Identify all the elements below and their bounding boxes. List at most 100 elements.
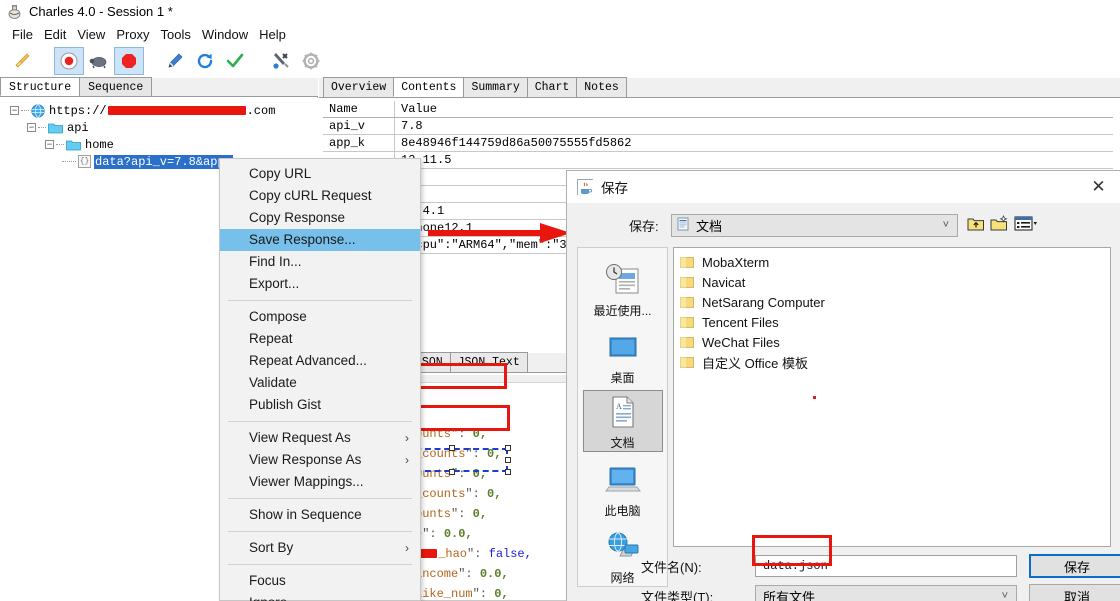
menu-item-copy-curl-request[interactable]: Copy cURL Request	[220, 185, 420, 207]
list-item[interactable]: Navicat	[674, 272, 1110, 292]
menu-view[interactable]: View	[72, 26, 111, 43]
filetype-select[interactable]: 所有文件 ˅	[755, 585, 1017, 601]
tree-connector	[21, 110, 29, 111]
redaction-bar	[107, 106, 246, 115]
table-row[interactable]: 12.11.5	[323, 152, 1113, 169]
folder-select[interactable]: 文档 ˅	[671, 213, 958, 237]
expander-minus-icon[interactable]: −	[27, 123, 36, 132]
json-value: 0,	[472, 507, 488, 521]
place-this-pc[interactable]: 此电脑	[583, 456, 663, 519]
list-item[interactable]: NetSarang Computer	[674, 292, 1110, 312]
tools-icon[interactable]	[266, 47, 296, 75]
cell-value: 8e48946f144759d86a50075555fd5862	[401, 136, 632, 150]
menu-item-label: Sort By	[249, 540, 294, 555]
create-new-folder-icon[interactable]	[990, 215, 1009, 235]
folder-icon	[680, 316, 695, 329]
list-item[interactable]: WeChat Files	[674, 332, 1110, 352]
menu-item-ignore[interactable]: Ignore	[220, 592, 420, 601]
table-row[interactable]: app_k 8e48946f144759d86a50075555fd5862	[323, 135, 1113, 152]
table-row[interactable]: api_v 7.8	[323, 118, 1113, 135]
save-dialog[interactable]: 保存 ✕ 保存: 文档 ˅ 最近使用... 桌面 A 文档 此电脑 网络 Mob…	[566, 170, 1120, 601]
repeat-refresh-icon[interactable]	[190, 47, 220, 75]
menu-item-copy-response[interactable]: Copy Response	[220, 207, 420, 229]
chevron-down-icon[interactable]: ˅	[943, 219, 949, 231]
menu-separator	[228, 300, 412, 301]
menu-item-sort-by[interactable]: Sort By ›	[220, 537, 420, 559]
menu-item-focus[interactable]: Focus	[220, 570, 420, 592]
folder-icon	[66, 139, 81, 151]
menu-help[interactable]: Help	[254, 26, 292, 43]
selection-handle[interactable]	[449, 469, 455, 475]
tree-item-api[interactable]: − api	[0, 119, 318, 136]
menu-edit[interactable]: Edit	[39, 26, 72, 43]
menu-item-publish-gist[interactable]: Publish Gist	[220, 394, 420, 416]
tab-notes[interactable]: Notes	[576, 77, 627, 97]
tree-item-home[interactable]: − home	[0, 136, 318, 153]
validate-check-icon[interactable]	[220, 47, 250, 75]
tab-summary[interactable]: Summary	[463, 77, 528, 97]
clear-broom-icon[interactable]	[8, 47, 38, 75]
menu-item-show-in-sequence[interactable]: Show in Sequence	[220, 504, 420, 526]
chevron-right-icon: ›	[405, 541, 409, 555]
throttle-turtle-icon[interactable]	[84, 47, 114, 75]
place-recent[interactable]: 最近使用...	[583, 256, 663, 319]
list-item[interactable]: 自定义 Office 模板	[674, 352, 1110, 372]
subtab-json-text[interactable]: JSON Text	[449, 352, 528, 372]
json-value: 0.0,	[479, 567, 509, 581]
menu-item-copy-url[interactable]: Copy URL	[220, 163, 420, 185]
tab-contents[interactable]: Contents	[393, 77, 465, 97]
filename-input[interactable]: data.json	[755, 555, 1017, 577]
record-stop-icon[interactable]	[114, 47, 144, 75]
compose-pen-icon[interactable]	[160, 47, 190, 75]
file-name: NetSarang Computer	[702, 294, 825, 310]
view-menu-icon[interactable]	[1014, 215, 1038, 235]
menu-item-repeat[interactable]: Repeat	[220, 328, 420, 350]
list-item[interactable]: MobaXterm	[674, 252, 1110, 272]
up-one-level-icon[interactable]	[967, 215, 985, 235]
menu-bar: File Edit View Proxy Tools Window Help	[0, 24, 1120, 44]
menu-item-repeat-advanced[interactable]: Repeat Advanced...	[220, 350, 420, 372]
selection-handle[interactable]	[449, 445, 455, 451]
menu-file[interactable]: File	[7, 26, 39, 43]
menu-separator	[228, 531, 412, 532]
file-name: WeChat Files	[702, 334, 780, 350]
globe-icon	[31, 103, 45, 118]
menu-item-save-response[interactable]: Save Response...	[220, 229, 420, 251]
menu-item-find-in[interactable]: Find In...	[220, 251, 420, 273]
menu-proxy[interactable]: Proxy	[111, 26, 155, 43]
tab-overview[interactable]: Overview	[323, 77, 395, 97]
chevron-down-icon[interactable]: ˅	[1002, 590, 1008, 601]
tab-chart[interactable]: Chart	[526, 77, 578, 97]
menu-window[interactable]: Window	[197, 26, 254, 43]
tab-structure[interactable]: Structure	[0, 77, 81, 96]
list-item[interactable]: Tencent Files	[674, 312, 1110, 332]
expander-minus-icon[interactable]: −	[10, 106, 19, 115]
place-label: 桌面	[610, 370, 635, 385]
selection-handle[interactable]	[505, 445, 511, 451]
cell-value: 7.8	[401, 119, 423, 133]
expander-minus-icon[interactable]: −	[45, 140, 54, 149]
cancel-button[interactable]: 取消	[1029, 584, 1120, 601]
place-documents[interactable]: A 文档	[582, 389, 663, 453]
tree-item-host[interactable]: − https:// .com	[0, 102, 318, 119]
menu-tools[interactable]: Tools	[156, 26, 197, 43]
menu-item-export[interactable]: Export...	[220, 273, 420, 295]
file-name: Tencent Files	[702, 314, 779, 330]
context-menu[interactable]: Copy URL Copy cURL Request Copy Response…	[219, 158, 421, 601]
tab-sequence[interactable]: Sequence	[79, 77, 153, 96]
file-list[interactable]: MobaXterm Navicat NetSarang Computer Ten…	[673, 247, 1111, 547]
menu-item-viewer-mappings[interactable]: Viewer Mappings...	[220, 471, 420, 493]
json-file-icon: {}	[78, 155, 91, 168]
menu-item-view-response-as[interactable]: View Response As ›	[220, 449, 420, 471]
settings-gear-icon[interactable]	[296, 47, 326, 75]
menu-item-compose[interactable]: Compose	[220, 306, 420, 328]
menu-item-validate[interactable]: Validate	[220, 372, 420, 394]
save-button[interactable]: 保存	[1029, 554, 1120, 578]
selection-handle[interactable]	[505, 457, 511, 463]
selection-handle[interactable]	[505, 469, 511, 475]
cell-name: api_v	[323, 118, 395, 134]
place-desktop[interactable]: 桌面	[583, 323, 663, 386]
close-icon[interactable]: ✕	[1076, 171, 1120, 203]
menu-item-view-request-as[interactable]: View Request As ›	[220, 427, 420, 449]
record-start-icon[interactable]	[54, 47, 84, 75]
